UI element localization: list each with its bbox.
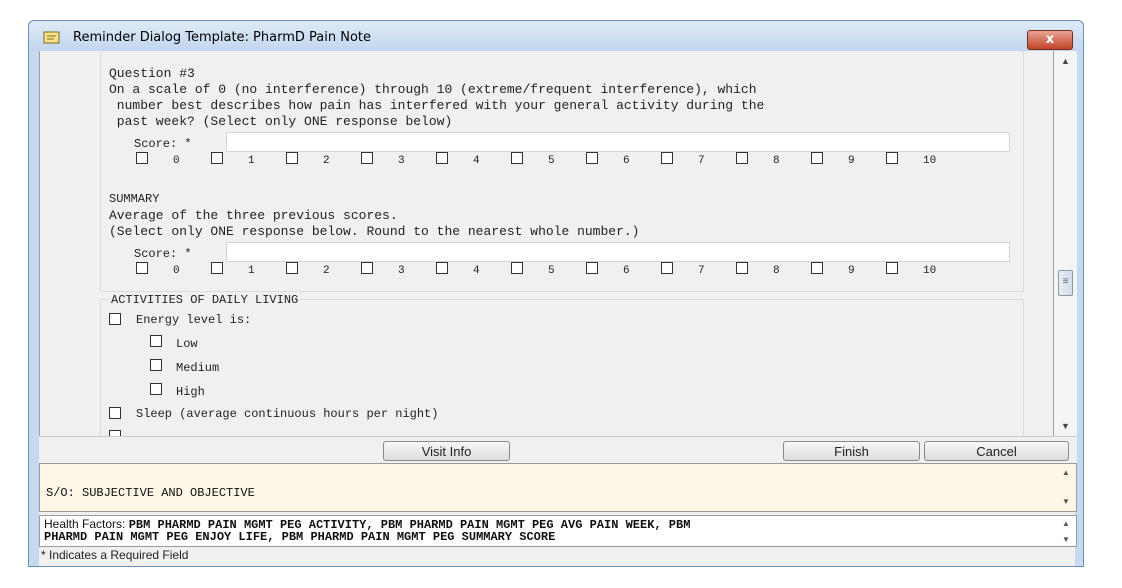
scroll-down-icon[interactable]: ▼ [1054, 418, 1077, 434]
question3-option-4-checkbox[interactable] [436, 152, 448, 164]
summary-score-input[interactable] [226, 242, 1010, 262]
sleep-label: Sleep (average continuous hours per nigh… [136, 407, 439, 421]
required-field-note: * Indicates a Required Field [41, 548, 189, 562]
question3-line-3: past week? (Select only ONE response bel… [109, 114, 453, 129]
reminder-dialog-window: Reminder Dialog Template: PharmD Pain No… [28, 20, 1084, 567]
question3-title: Question #3 [109, 66, 195, 81]
scroll-thumb[interactable]: ≡ [1058, 270, 1073, 296]
question3-option-10-label: 10 [923, 155, 937, 167]
note-preview-text: S/O: SUBJECTIVE AND OBJECTIVE [46, 486, 255, 500]
question3-option-5-checkbox[interactable] [511, 152, 523, 164]
button-bar: Visit Info Finish Cancel [39, 436, 1077, 464]
energy-level-label: Energy level is: [136, 313, 252, 327]
summary-option-0-label: 0 [173, 265, 180, 277]
health-factors-label: Health Factors: [44, 517, 126, 531]
preview-scroll-up-icon[interactable]: ▲ [1058, 468, 1074, 477]
title-bar[interactable]: Reminder Dialog Template: PharmD Pain No… [29, 21, 1083, 51]
summary-line-1: Average of the three previous scores. [109, 208, 398, 223]
summary-title: SUMMARY [109, 192, 160, 206]
note-preview-pane[interactable]: S/O: SUBJECTIVE AND OBJECTIVE ▲ ▼ [39, 463, 1077, 512]
scroll-up-icon[interactable]: ▲ [1054, 53, 1077, 69]
health-scroll-up-icon[interactable]: ▲ [1058, 517, 1074, 530]
summary-option-2-checkbox[interactable] [286, 262, 298, 274]
health-scroll-down-icon[interactable]: ▼ [1058, 533, 1074, 546]
summary-option-9-label: 9 [848, 265, 855, 277]
summary-option-2-label: 2 [323, 265, 330, 277]
summary-option-8-checkbox[interactable] [736, 262, 748, 274]
visit-info-button[interactable]: Visit Info [383, 441, 510, 461]
summary-score-label: Score: * [134, 247, 192, 261]
cancel-button[interactable]: Cancel [924, 441, 1069, 461]
question3-line-1: On a scale of 0 (no interference) throug… [109, 82, 757, 97]
template-scroll-area: Question #3 On a scale of 0 (no interfer… [39, 51, 1054, 436]
summary-option-8-label: 8 [773, 265, 780, 277]
question3-score-input[interactable] [226, 132, 1010, 152]
question3-option-7-checkbox[interactable] [661, 152, 673, 164]
question3-option-2-checkbox[interactable] [286, 152, 298, 164]
summary-option-7-label: 7 [698, 265, 705, 277]
question3-option-5-label: 5 [548, 155, 555, 167]
health-factors-line-2: PHARMD PAIN MGMT PEG ENJOY LIFE, PBM PHA… [44, 530, 556, 544]
close-button[interactable]: x [1027, 30, 1073, 50]
note-icon [43, 31, 60, 44]
window-title: Reminder Dialog Template: PharmD Pain No… [73, 30, 372, 45]
summary-option-1-label: 1 [248, 265, 255, 277]
summary-option-6-checkbox[interactable] [586, 262, 598, 274]
dialog-client: Question #3 On a scale of 0 (no interfer… [39, 51, 1077, 566]
question3-option-4-label: 4 [473, 155, 480, 167]
summary-option-4-label: 4 [473, 265, 480, 277]
question3-option-0-label: 0 [173, 155, 180, 167]
summary-option-0-checkbox[interactable] [136, 262, 148, 274]
question3-option-6-checkbox[interactable] [586, 152, 598, 164]
health-factors-pane[interactable]: Health Factors: PBM PHARMD PAIN MGMT PEG… [39, 515, 1077, 547]
summary-option-10-checkbox[interactable] [886, 262, 898, 274]
question3-option-6-label: 6 [623, 155, 630, 167]
summary-option-3-label: 3 [398, 265, 405, 277]
question3-option-9-checkbox[interactable] [811, 152, 823, 164]
question3-option-3-label: 3 [398, 155, 405, 167]
question3-option-1-label: 1 [248, 155, 255, 167]
summary-option-1-checkbox[interactable] [211, 262, 223, 274]
summary-option-4-checkbox[interactable] [436, 262, 448, 274]
sleep-checkbox[interactable] [109, 407, 121, 419]
question3-score-label: Score: * [134, 137, 192, 151]
summary-option-7-checkbox[interactable] [661, 262, 673, 274]
energy-medium-label: Medium [176, 361, 220, 375]
question3-option-8-label: 8 [773, 155, 780, 167]
summary-option-5-label: 5 [548, 265, 555, 277]
question3-option-1-checkbox[interactable] [211, 152, 223, 164]
preview-scroll-down-icon[interactable]: ▼ [1058, 497, 1074, 506]
summary-option-9-checkbox[interactable] [811, 262, 823, 274]
question3-option-7-label: 7 [698, 155, 705, 167]
finish-button[interactable]: Finish [783, 441, 920, 461]
question3-option-2-label: 2 [323, 155, 330, 167]
energy-high-label: High [176, 385, 205, 399]
summary-line-2: (Select only ONE response below. Round t… [109, 224, 640, 239]
energy-low-checkbox[interactable] [150, 335, 162, 347]
question3-option-0-checkbox[interactable] [136, 152, 148, 164]
question3-option-9-label: 9 [848, 155, 855, 167]
energy-high-checkbox[interactable] [150, 383, 162, 395]
energy-level-checkbox[interactable] [109, 313, 121, 325]
summary-option-6-label: 6 [623, 265, 630, 277]
energy-low-label: Low [176, 337, 198, 351]
question3-option-3-checkbox[interactable] [361, 152, 373, 164]
adl-header: ACTIVITIES OF DAILY LIVING [109, 293, 301, 307]
close-icon: x [1045, 32, 1055, 47]
question3-option-8-checkbox[interactable] [736, 152, 748, 164]
question3-option-10-checkbox[interactable] [886, 152, 898, 164]
summary-option-5-checkbox[interactable] [511, 262, 523, 274]
vertical-scrollbar[interactable]: ▲ ≡ ▼ [1054, 51, 1077, 436]
energy-medium-checkbox[interactable] [150, 359, 162, 371]
question3-line-2: number best describes how pain has inter… [109, 98, 765, 113]
summary-option-10-label: 10 [923, 265, 937, 277]
summary-option-3-checkbox[interactable] [361, 262, 373, 274]
